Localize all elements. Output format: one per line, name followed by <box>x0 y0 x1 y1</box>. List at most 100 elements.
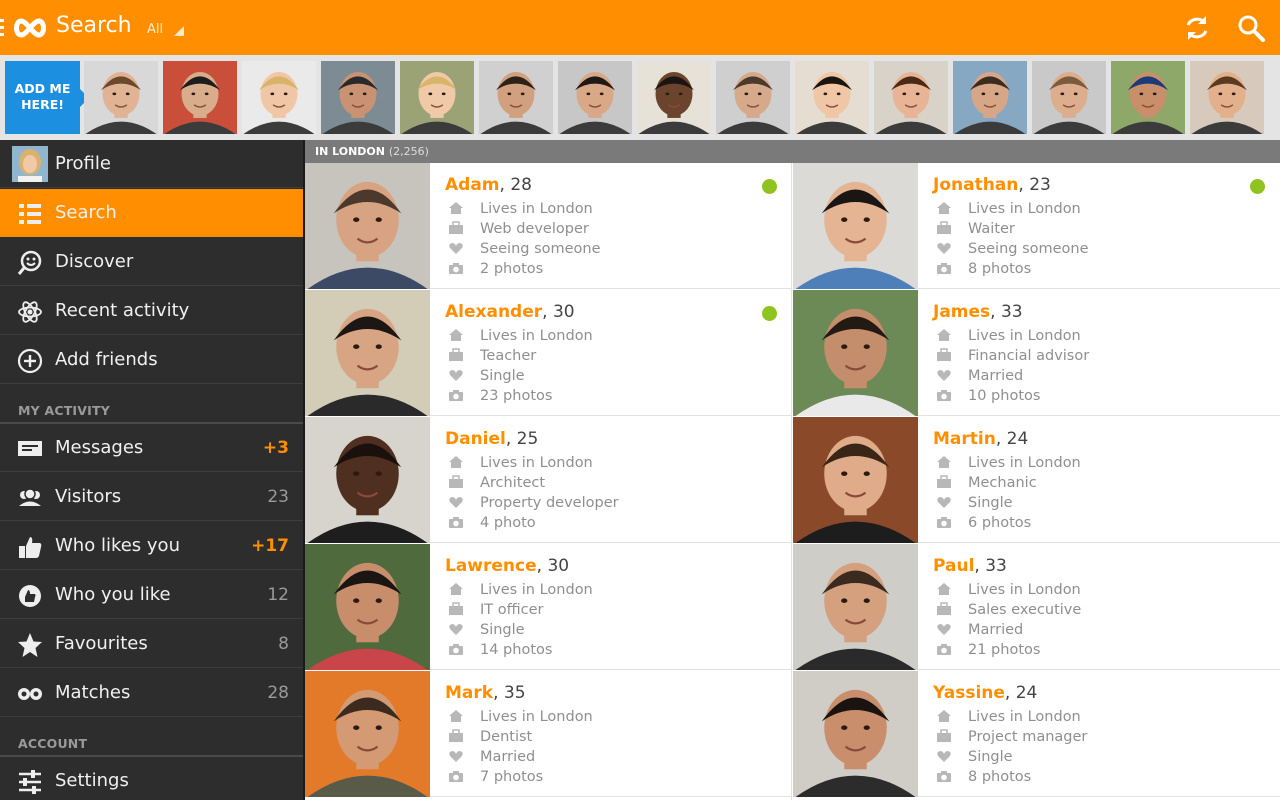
user-photo[interactable] <box>793 290 918 416</box>
user-card[interactable]: Martin, 24 Lives in London Mechanic Single 6… <box>793 417 1280 543</box>
user-photos: 21 photos <box>968 642 1041 658</box>
user-job: Sales executive <box>968 602 1082 618</box>
user-card[interactable]: Alexander, 30 Lives in London Teacher Singl… <box>305 290 792 416</box>
user-name[interactable]: Mark <box>445 683 493 703</box>
discover-icon <box>17 250 42 275</box>
featured-user-thumbnail[interactable] <box>400 61 474 134</box>
sidebar-item-label: Visitors <box>55 486 122 507</box>
featured-user-thumbnail[interactable] <box>479 61 553 134</box>
featured-user-thumbnail[interactable] <box>1032 61 1106 134</box>
user-name[interactable]: Lawrence <box>445 556 537 576</box>
featured-user-thumbnail[interactable] <box>1111 61 1185 134</box>
user-photos: 23 photos <box>480 388 553 404</box>
user-photos: 2 photos <box>480 261 544 277</box>
user-status: Married <box>968 622 1024 638</box>
user-status: Single <box>968 749 1013 765</box>
online-status-dot <box>762 306 777 321</box>
user-photo[interactable] <box>305 163 430 289</box>
user-name[interactable]: Adam <box>445 175 500 195</box>
user-photo[interactable] <box>305 290 430 416</box>
user-photos-row: 21 photos <box>935 642 1040 658</box>
featured-user-thumbnail[interactable] <box>874 61 948 134</box>
user-photo[interactable] <box>305 417 430 543</box>
user-name[interactable]: Jonathan <box>933 175 1018 195</box>
star-icon <box>18 633 42 657</box>
sidebar-item-visitors[interactable]: Visitors 23 <box>0 473 303 521</box>
featured-user-thumbnail[interactable] <box>163 61 237 134</box>
sidebar-item-discover[interactable]: Discover <box>0 238 303 286</box>
camera-icon <box>937 517 951 528</box>
user-photos-row: 2 photos <box>447 261 543 277</box>
atom-icon <box>18 301 42 323</box>
search-icon[interactable] <box>1236 13 1266 43</box>
drawer-handle-icon[interactable] <box>0 19 4 36</box>
featured-user-thumbnail[interactable] <box>558 61 632 134</box>
refresh-icon[interactable] <box>1182 13 1212 43</box>
sidebar-item-recent-activity[interactable]: Recent activity <box>0 287 303 335</box>
user-photo[interactable] <box>793 417 918 543</box>
user-name[interactable]: Yassine <box>933 683 1005 703</box>
user-card[interactable]: Daniel, 25 Lives in London Architect Proper… <box>305 417 792 543</box>
count-badge: +17 <box>251 536 289 556</box>
add-me-here-button[interactable]: ADD ME HERE! <box>5 61 89 134</box>
featured-user-thumbnail[interactable] <box>1190 61 1264 134</box>
user-job-row: Project manager <box>935 729 1087 745</box>
user-photo[interactable] <box>305 544 430 670</box>
user-name[interactable]: Alexander <box>445 302 542 322</box>
dropdown-caret-icon[interactable] <box>174 26 184 36</box>
online-status-dot <box>1250 179 1265 194</box>
filter-dropdown[interactable]: All <box>147 22 163 37</box>
user-name[interactable]: James <box>933 302 990 322</box>
count-badge: 8 <box>278 634 289 654</box>
user-name[interactable]: Martin <box>933 429 996 449</box>
sidebar-item-label: Matches <box>55 682 131 703</box>
user-card[interactable]: Adam, 28 Lives in London Web developer Seei… <box>305 163 792 289</box>
sidebar-item-label: Search <box>55 202 117 223</box>
sidebar-item-favourites[interactable]: Favourites 8 <box>0 620 303 668</box>
user-card[interactable]: Jonathan, 23 Lives in London Waiter Seeing … <box>793 163 1280 289</box>
user-lives-row: Lives in London <box>935 582 1081 598</box>
user-lives-row: Lives in London <box>447 709 593 725</box>
sidebar-item-search[interactable]: Search <box>0 189 303 237</box>
add-circle-icon <box>17 348 43 374</box>
sidebar-item-matches[interactable]: Matches 28 <box>0 669 303 717</box>
user-lives: Lives in London <box>968 709 1081 725</box>
sidebar-item-profile[interactable]: Profile <box>0 140 303 188</box>
featured-user-thumbnail[interactable] <box>84 61 158 134</box>
heart-icon <box>937 370 951 381</box>
featured-user-thumbnail[interactable] <box>637 61 711 134</box>
sidebar-item-messages[interactable]: Messages +3 <box>0 424 303 472</box>
featured-user-thumbnail[interactable] <box>242 61 316 134</box>
user-job: Financial advisor <box>968 348 1090 364</box>
user-photo[interactable] <box>793 163 918 289</box>
sidebar-item-who-you-like[interactable]: Who you like 12 <box>0 571 303 619</box>
featured-user-thumbnail[interactable] <box>795 61 869 134</box>
user-job: Architect <box>480 475 546 491</box>
sidebar-item-settings[interactable]: Settings <box>0 757 303 800</box>
user-card[interactable]: Yassine, 24 Lives in London Project manage… <box>793 671 1280 797</box>
user-photos: 7 photos <box>480 769 544 785</box>
user-card[interactable]: Lawrence, 30 Lives in London IT officer Sin… <box>305 544 792 670</box>
user-card[interactable]: James, 33 Lives in London Financial adviso… <box>793 290 1280 416</box>
camera-icon <box>449 517 463 528</box>
featured-user-thumbnail[interactable] <box>321 61 395 134</box>
user-name[interactable]: Paul <box>933 556 974 576</box>
user-photo[interactable] <box>793 544 918 670</box>
user-card[interactable]: Mark, 35 Lives in London Dentist Married 7 p… <box>305 671 792 797</box>
user-status: Married <box>968 368 1024 384</box>
user-name[interactable]: Daniel <box>445 429 506 449</box>
user-status: Married <box>480 749 536 765</box>
featured-user-thumbnail[interactable] <box>953 61 1027 134</box>
sidebar-item-who-likes-you[interactable]: Who likes you +17 <box>0 522 303 570</box>
user-card[interactable]: Paul, 33 Lives in London Sales executive Ma… <box>793 544 1280 670</box>
sidebar-item-add-friends[interactable]: Add friends <box>0 336 303 384</box>
featured-user-thumbnail[interactable] <box>716 61 790 134</box>
results-count: (2,256) <box>388 145 429 158</box>
user-status-row: Single <box>447 368 525 384</box>
user-photo[interactable] <box>305 671 430 797</box>
top-app-bar: Search All <box>0 0 1280 55</box>
user-photo[interactable] <box>793 671 918 797</box>
page-title: Search <box>56 13 132 38</box>
infinity-logo-icon[interactable] <box>12 13 48 43</box>
user-lives: Lives in London <box>480 582 593 598</box>
